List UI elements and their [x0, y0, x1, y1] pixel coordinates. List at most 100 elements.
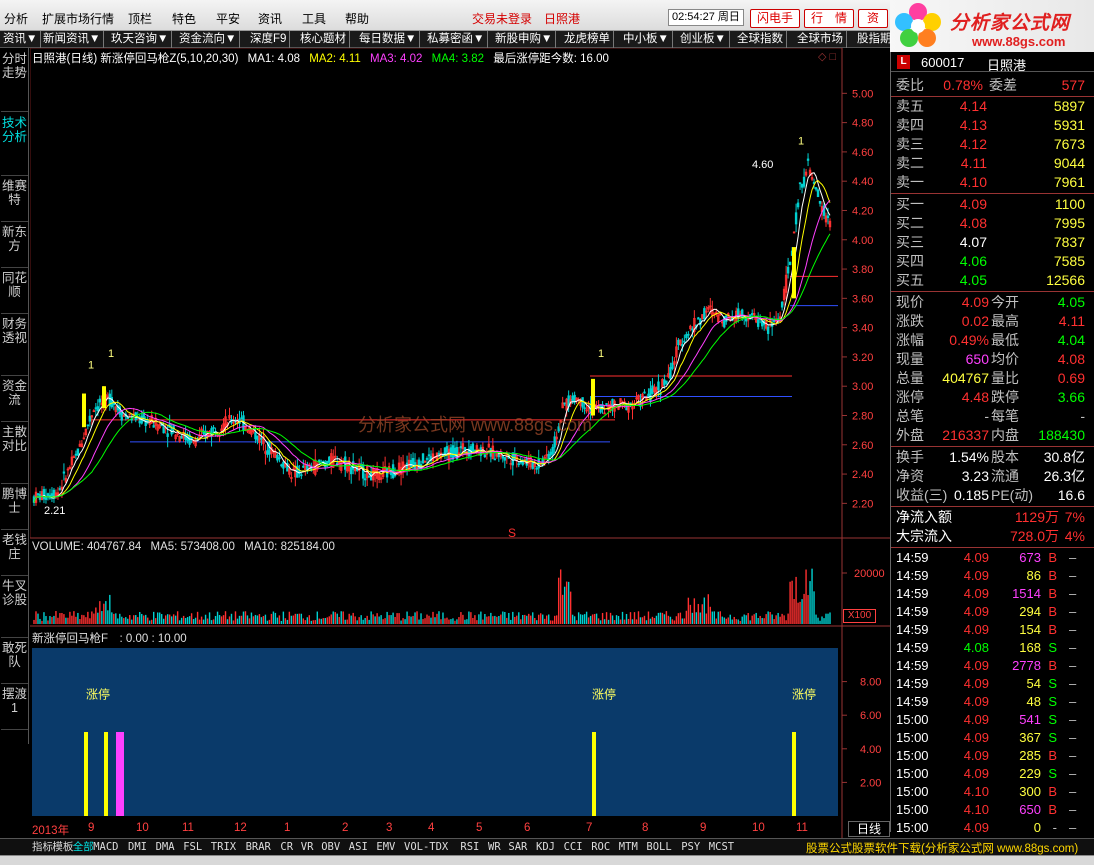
- volume-bar: [190, 613, 193, 624]
- tick-side: B: [1048, 784, 1057, 799]
- volume-bar: [573, 616, 576, 624]
- sidebar-item-gansidui[interactable]: 敢死队: [1, 640, 28, 684]
- indicator-tab[interactable]: 指标: [32, 839, 53, 855]
- indicator-tab[interactable]: VR: [301, 839, 314, 855]
- indicator-tab[interactable]: KDJ: [536, 839, 555, 855]
- candle-body: [697, 317, 700, 320]
- flash-trade-button[interactable]: 闪电手: [750, 9, 800, 28]
- tab-private-fund[interactable]: 私募密函▼: [424, 31, 489, 48]
- tab-core-theme[interactable]: 核心题材: [297, 31, 350, 48]
- indicator-tab[interactable]: CR: [280, 839, 293, 855]
- menu-top-bar[interactable]: 顶栏: [128, 10, 152, 27]
- menu-pingan[interactable]: 平安: [216, 10, 240, 27]
- menu-extended-market[interactable]: 扩展市场行情: [42, 10, 114, 27]
- indicator-tab[interactable]: PSY: [681, 839, 700, 855]
- tab-info[interactable]: 资讯▼: [0, 31, 42, 48]
- tab-f9[interactable]: 深度F9: [247, 31, 291, 48]
- menu-help[interactable]: 帮助: [345, 10, 369, 27]
- menu-analysis[interactable]: 分析: [4, 10, 28, 27]
- indicator-tab[interactable]: ROC: [591, 839, 610, 855]
- candle-body: [459, 446, 463, 449]
- period-tab-daily[interactable]: 日线: [848, 821, 890, 837]
- indicator-tab[interactable]: DMA: [156, 839, 175, 855]
- sidebar-item-xindongfang[interactable]: 新东方: [1, 224, 28, 268]
- tab-index-futures[interactable]: 股指期: [854, 31, 895, 48]
- volume-bar: [709, 606, 712, 624]
- info-button[interactable]: 资: [858, 9, 888, 28]
- tab-global-market[interactable]: 全球市场: [794, 31, 847, 48]
- indicator-tab[interactable]: DMI: [128, 839, 147, 855]
- sidebar-item-niucha[interactable]: 牛叉诊股: [1, 578, 28, 638]
- x100-badge: X100: [843, 609, 876, 623]
- sidebar-item-timeshare[interactable]: 分时走势: [1, 50, 28, 112]
- close-chart-icon[interactable]: ◇ □: [818, 51, 837, 63]
- stat-value: 4.04: [1057, 332, 1085, 348]
- volume-bar: [117, 618, 119, 624]
- indicator-tab[interactable]: MCST: [709, 839, 734, 855]
- indicator-tab[interactable]: ASI: [349, 839, 368, 855]
- menu-news[interactable]: 资讯: [258, 10, 282, 27]
- tab-gem-board[interactable]: 创业板▼: [677, 31, 730, 48]
- indicator-tab[interactable]: TRIX: [211, 839, 236, 855]
- sidebar-item-finance[interactable]: 财务透视: [1, 316, 28, 376]
- indicator-tab[interactable]: VOL-TDX: [404, 839, 448, 855]
- volume-bar: [448, 619, 450, 624]
- bottom-ad[interactable]: 股票公式股票软件下载(分析家公式网 www.88gs.com): [806, 840, 1078, 856]
- login-status[interactable]: 交易未登录: [472, 10, 532, 27]
- indicator-tab[interactable]: EMV: [376, 839, 395, 855]
- indicator-tab[interactable]: SAR: [508, 839, 527, 855]
- volume-bar: [164, 615, 167, 624]
- quotes-button[interactable]: 行 情: [804, 9, 854, 28]
- volume-bar: [51, 617, 53, 624]
- sidebar-item-laoqianzhuang[interactable]: 老钱庄: [1, 532, 28, 576]
- horizontal-scrollbar[interactable]: [0, 855, 1094, 865]
- sidebar-item-weisaite[interactable]: 维赛特: [1, 178, 28, 222]
- buy-level-price: 4.08: [959, 215, 987, 231]
- indicator-tab[interactable]: BOLL: [646, 839, 671, 855]
- menu-features[interactable]: 特色: [172, 10, 196, 27]
- tab-sme-board[interactable]: 中小板▼: [620, 31, 673, 48]
- quote-stat-row: 总量 404767 量比 0.69: [891, 369, 1094, 388]
- menu-tools[interactable]: 工具: [302, 10, 326, 27]
- volume-bar: [637, 611, 640, 624]
- candle-body: [88, 415, 92, 422]
- indicator-tab[interactable]: WR: [488, 839, 501, 855]
- tab-ipo[interactable]: 新股申购▼: [492, 31, 557, 48]
- volume-bar: [75, 616, 77, 624]
- volume-bar: [192, 619, 195, 624]
- tick-volume: 285: [1019, 748, 1041, 763]
- volume-bar: [765, 614, 767, 624]
- tab-daily-data[interactable]: 每日数据▼: [356, 31, 421, 48]
- tab-news[interactable]: 新闻资讯▼: [40, 31, 105, 48]
- sell-level-label: 卖二: [896, 155, 924, 171]
- tick-volume: 1514: [1012, 586, 1041, 601]
- indicator-tab[interactable]: 模板: [52, 839, 73, 855]
- volume-bar: [162, 618, 165, 624]
- indicator-tab[interactable]: MACD: [93, 839, 118, 855]
- tab-global-index[interactable]: 全球指数: [734, 31, 787, 48]
- volume-bar: [460, 612, 462, 624]
- candle-body: [409, 460, 413, 467]
- sidebar-item-pengboshi[interactable]: 鹏博士: [1, 486, 28, 530]
- indicator-tab[interactable]: RSI: [460, 839, 479, 855]
- indicator-tab[interactable]: 全部: [73, 839, 94, 855]
- sidebar-item-baidu[interactable]: 摆渡1: [1, 686, 28, 730]
- indicator-tab[interactable]: CCI: [564, 839, 583, 855]
- indicator-tab[interactable]: BRAR: [246, 839, 271, 855]
- sidebar-item-capital[interactable]: 资金流: [1, 378, 28, 422]
- tab-jiutian[interactable]: 玖天咨询▼: [108, 31, 173, 48]
- price-axis-label: 3.20: [852, 352, 873, 364]
- candle-body: [393, 474, 397, 477]
- indicator-tab[interactable]: MTM: [619, 839, 638, 855]
- sidebar-item-technical[interactable]: 技术分析: [1, 114, 28, 176]
- sidebar-item-major-minor[interactable]: 主散对比: [1, 424, 28, 484]
- tab-capital-flow[interactable]: 资金流向▼: [176, 31, 241, 48]
- flow-percent: 4%: [1064, 528, 1085, 544]
- buy-level-price: 4.06: [959, 253, 987, 269]
- vol-ma10-label: MA10: 825184.00: [244, 541, 335, 553]
- sidebar-item-tonghuashun[interactable]: 同花顺: [1, 270, 28, 314]
- indicator-tab[interactable]: FSL: [183, 839, 202, 855]
- indicator-tab[interactable]: OBV: [321, 839, 340, 855]
- kline-chart[interactable]: 5.00 4.80 4.60 4.40 4.20 4.00 3.80 3.60 3.40 3.20…: [30, 48, 890, 838]
- tab-dragon-tiger[interactable]: 龙虎榜单: [561, 31, 614, 48]
